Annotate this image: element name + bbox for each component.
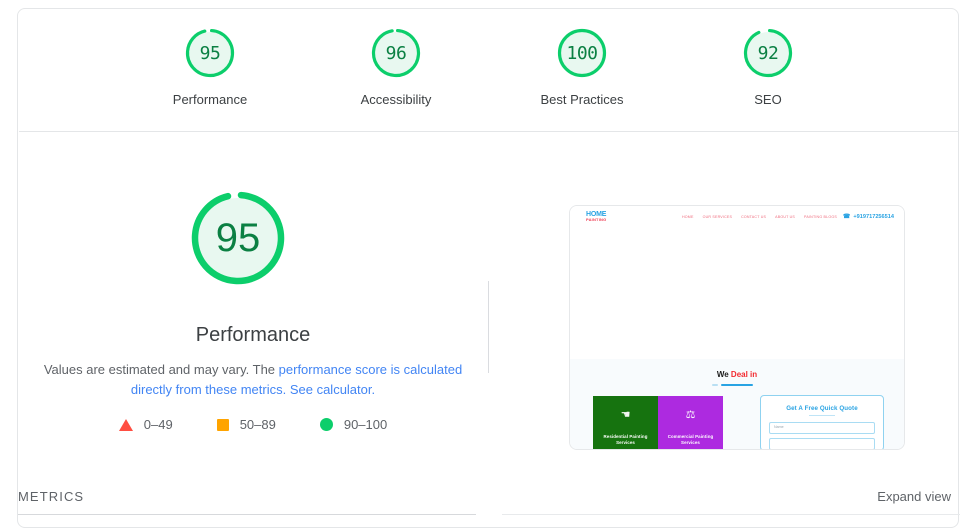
- quote-second-field: [769, 438, 875, 450]
- score-ring: 96: [370, 27, 422, 79]
- see-calculator-link[interactable]: See calculator.: [290, 382, 375, 397]
- score-ring: 100: [556, 27, 608, 79]
- category-score-accessibility[interactable]: 96 Accessibility: [336, 27, 456, 107]
- legend-item-average: 50–89: [217, 417, 276, 432]
- site-nav-item-contact-us: CONTACT US: [741, 215, 766, 219]
- score-ring: 92: [742, 27, 794, 79]
- pagespeed-report: 95 Performance 96 Accessibility: [0, 0, 976, 514]
- score-value: 95: [184, 27, 236, 79]
- site-preview: HOME PAINTING HOME OUR SERVICES CONTACT …: [570, 206, 904, 449]
- category-score-performance[interactable]: 95 Performance: [150, 27, 270, 107]
- legend-item-fail: 0–49: [119, 417, 173, 432]
- page-screenshot-thumbnail[interactable]: HOME PAINTING HOME OUR SERVICES CONTACT …: [569, 205, 905, 450]
- site-logo-line2: PAINTING: [586, 218, 606, 222]
- site-phone-number: +919717256514: [853, 214, 894, 220]
- performance-summary-panel: 95 Performance Values are estimated and …: [18, 132, 488, 475]
- legend-range: 50–89: [240, 417, 276, 432]
- service-card-commercial: ⚖ Commercial Painting Services: [658, 396, 723, 449]
- deal-underline: [721, 384, 753, 386]
- site-nav-item-our-services: OUR SERVICES: [703, 215, 733, 219]
- report-card: 95 Performance 96 Accessibility: [17, 8, 959, 528]
- site-phone: ☎ +919717256514: [843, 213, 894, 220]
- performance-score-value: 95: [189, 189, 287, 287]
- vertical-divider: [488, 281, 489, 373]
- score-value: 92: [742, 27, 794, 79]
- service-card-title: Commercial Painting Services: [668, 434, 714, 446]
- performance-title: Performance: [18, 324, 488, 347]
- deal-heading-red: Deal in: [731, 370, 757, 379]
- category-score-strip: 95 Performance 96 Accessibility: [18, 27, 960, 107]
- legend-range: 0–49: [144, 417, 173, 432]
- legend-item-pass: 90–100: [320, 417, 387, 432]
- service-title-line1: Residential Painting: [604, 434, 648, 439]
- triangle-icon: [119, 419, 133, 431]
- site-nav-item-painting-blogs: PAINTING BLOGS: [804, 215, 837, 219]
- site-nav-item-about-us: ABOUT US: [775, 215, 795, 219]
- service-title-line2: Services: [681, 440, 700, 445]
- description-prefix: Values are estimated and may vary. The: [44, 362, 279, 377]
- site-deal-heading: We Deal in: [570, 370, 904, 379]
- score-label: Performance: [173, 92, 247, 107]
- square-icon: [217, 419, 229, 431]
- tab-underline-inactive: [502, 514, 960, 515]
- score-ring: 95: [184, 27, 236, 79]
- score-label: Accessibility: [361, 92, 432, 107]
- performance-section: 95 Performance Values are estimated and …: [18, 132, 960, 475]
- quote-form-title: Get A Free Quick Quote: [761, 405, 883, 412]
- service-title-line2: Services: [616, 440, 635, 445]
- score-value: 96: [370, 27, 422, 79]
- circle-icon: [320, 418, 333, 431]
- site-service-cards: ☚ Residential Painting Services ⚖ Commer…: [593, 396, 723, 449]
- quote-name-field: Name: [769, 422, 875, 434]
- deal-heading-black: We: [717, 370, 729, 379]
- score-label: SEO: [754, 92, 781, 107]
- paint-brush-icon: ⚖: [658, 410, 723, 421]
- service-title-line1: Commercial Painting: [668, 434, 714, 439]
- site-nav-menu: HOME OUR SERVICES CONTACT US ABOUT US PA…: [682, 215, 837, 219]
- site-quote-form: Get A Free Quick Quote Name: [760, 395, 884, 450]
- site-hero-area: [570, 234, 904, 359]
- site-navbar: HOME PAINTING HOME OUR SERVICES CONTACT …: [570, 206, 904, 234]
- tab-underline-active: [18, 514, 476, 515]
- category-score-best-practices[interactable]: 100 Best Practices: [522, 27, 642, 107]
- service-card-title: Residential Painting Services: [604, 434, 648, 446]
- category-score-seo[interactable]: 92 SEO: [708, 27, 828, 107]
- quote-name-placeholder: Name: [774, 425, 784, 429]
- score-value: 100: [556, 27, 608, 79]
- site-deal-section: We Deal in ☚ Residential Painting Servic…: [570, 359, 904, 449]
- paint-roller-icon: ☚: [593, 410, 658, 421]
- performance-score-ring: 95: [189, 189, 287, 287]
- score-legend: 0–49 50–89 90–100: [18, 417, 488, 432]
- score-label: Best Practices: [540, 92, 623, 107]
- site-logo: HOME PAINTING: [586, 211, 606, 222]
- performance-description: Values are estimated and may vary. The p…: [34, 360, 472, 400]
- legend-range: 90–100: [344, 417, 387, 432]
- expand-view-button[interactable]: Expand view: [877, 489, 951, 504]
- phone-icon: ☎: [843, 213, 850, 220]
- service-card-residential: ☚ Residential Painting Services: [593, 396, 658, 449]
- report-footer-tabs: METRICS Expand view: [18, 475, 960, 523]
- quote-title-underline: [809, 415, 835, 416]
- tab-metrics[interactable]: METRICS: [18, 489, 84, 504]
- site-nav-item-home: HOME: [682, 215, 694, 219]
